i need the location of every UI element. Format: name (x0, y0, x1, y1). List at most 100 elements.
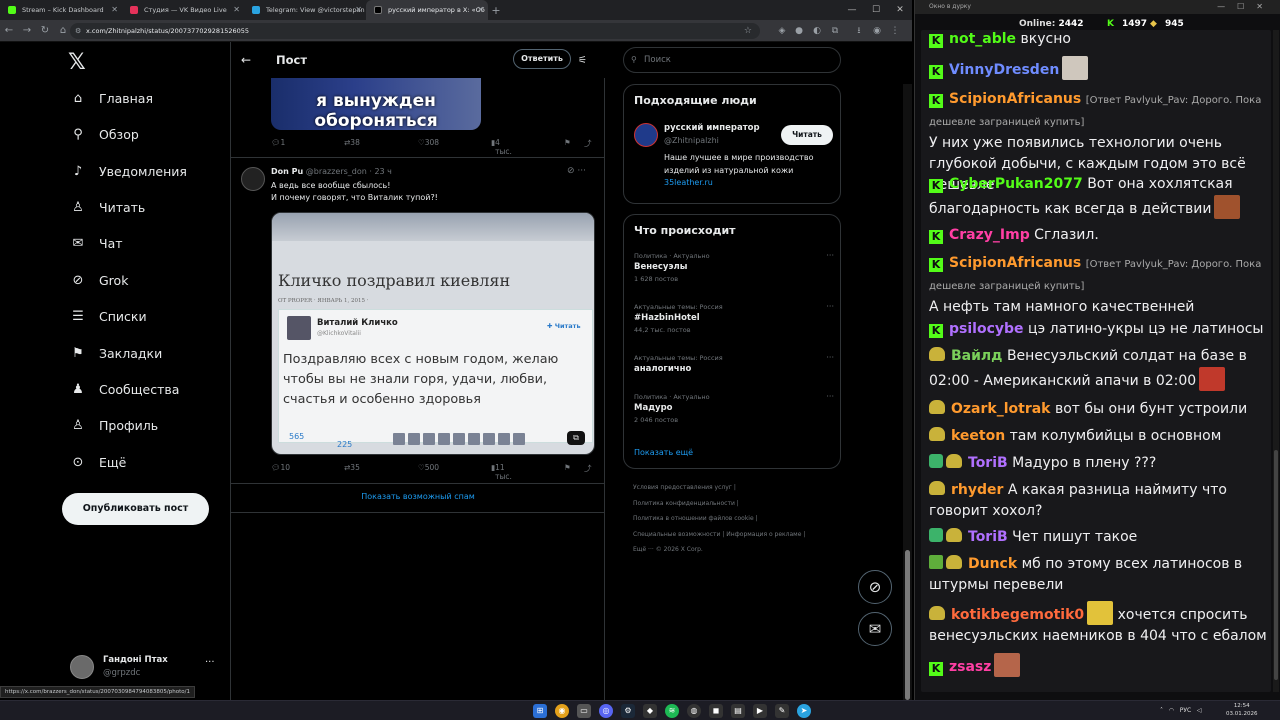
more-dots-icon[interactable]: ··· (577, 166, 586, 176)
chat-nick[interactable]: zsasz (949, 659, 991, 675)
chat-nick[interactable]: kotikbegemotik0 (951, 607, 1084, 623)
minimize-icon[interactable]: — (840, 0, 864, 20)
search-input[interactable]: ⚲ Поиск (623, 47, 841, 73)
show-spam-link[interactable]: Показать возможный спам (231, 492, 605, 501)
chat-nick[interactable]: ToriB (968, 529, 1008, 545)
repost-action[interactable]: ⇄ 35 (344, 463, 360, 472)
footer-link[interactable]: Политика конфиденциальности (633, 500, 735, 507)
nav-lists[interactable]: ☰ Списки (70, 301, 146, 331)
share-icon[interactable]: ⤴ (584, 463, 592, 474)
back-icon[interactable]: ← (0, 25, 18, 36)
publish-post-button[interactable]: Опубликовать пост (62, 493, 209, 525)
chat-nick[interactable]: psilocybe (949, 321, 1024, 337)
back-arrow-icon[interactable]: ← (241, 53, 251, 67)
chat-messages[interactable]: Knot_able вкусно K VinnyDresden K ScipionA… (921, 30, 1271, 692)
bookmark-action-icon[interactable]: ⚑ (564, 463, 571, 472)
explorer-icon[interactable]: ▭ (577, 704, 591, 718)
views-action[interactable]: ▮ 4 тыс. (491, 138, 512, 156)
chat-nick[interactable]: Ozark_lotrak (951, 401, 1050, 417)
clock[interactable]: 12:54 03.01.2026 (1226, 702, 1258, 718)
download-icon[interactable]: ⭳ (852, 24, 866, 38)
trend-item[interactable]: Политика · Актуально Венесуэлы 1 628 пос… (634, 251, 834, 284)
close-tab-icon[interactable]: ✕ (477, 0, 484, 20)
media-icon[interactable]: ▶ (753, 704, 767, 718)
bio-link[interactable]: 35leather.ru (664, 177, 826, 190)
page-scrollbar[interactable] (903, 84, 912, 700)
views-action[interactable]: ▮ 11 тыс. (491, 463, 512, 481)
new-tab-icon[interactable]: + (488, 4, 504, 17)
close-window-icon[interactable]: ✕ (888, 0, 912, 20)
tab-telegram[interactable]: Telegram: View @victorstepan ✕ (244, 0, 366, 20)
reply-action[interactable]: 💬︎ 1 (271, 138, 285, 147)
tweet-author[interactable]: Don Pu @brazzers_don · 23 ч (271, 167, 392, 176)
chat-nick[interactable]: Вайлд (951, 348, 1003, 364)
nav-bookmarks[interactable]: ⚑ Закладки (70, 338, 162, 368)
grok-fab-icon[interactable]: ⊘ (858, 570, 892, 604)
chat-nick[interactable]: Crazy_Imp (949, 227, 1030, 243)
nav-profile[interactable]: ♙ Профиль (70, 410, 158, 440)
forward-icon[interactable]: → (18, 25, 36, 36)
like-action[interactable]: ♡ 500 (418, 463, 439, 472)
tray-chevron-icon[interactable]: ˄ (1160, 707, 1163, 714)
lang-indicator[interactable]: РУС (1180, 707, 1191, 714)
window-controls[interactable]: —☐✕ (1217, 0, 1275, 14)
x-logo-icon[interactable]: 𝕏 (68, 50, 86, 75)
tab-kick[interactable]: Stream – Kick Dashboard ✕ (0, 0, 122, 20)
reload-icon[interactable]: ↻ (36, 25, 54, 36)
nav-more[interactable]: ⊙ Ещё (70, 447, 127, 477)
nav-follow[interactable]: ♙ Читать (70, 192, 145, 222)
close-tab-icon[interactable]: ✕ (111, 0, 118, 20)
trend-item[interactable]: Политика · Актуально Мадуро 2 046 постов… (634, 392, 834, 425)
show-more-link[interactable]: Показать ещё (634, 448, 693, 457)
nav-chat[interactable]: ✉ Чат (70, 228, 123, 258)
close-tab-icon[interactable]: ✕ (233, 0, 240, 20)
tweet-image[interactable]: Кличко поздравил киевлян ОТ PROPER · ЯНВ… (271, 212, 595, 455)
footer-link[interactable]: Информация о рекламе (726, 531, 801, 538)
reply-button[interactable]: Ответить (513, 49, 571, 69)
suggested-name[interactable]: русский император (664, 123, 760, 133)
chrome-icon[interactable]: ◉ (555, 704, 569, 718)
chat-nick[interactable]: ToriB (968, 455, 1008, 471)
app-icon[interactable]: ▤ (731, 704, 745, 718)
app-icon[interactable]: ◼ (709, 704, 723, 718)
tab-vk[interactable]: Студия — VK Видео Live ✕ (122, 0, 244, 20)
nav-explore[interactable]: ⚲ Обзор (70, 119, 139, 149)
more-dots-icon[interactable]: ··· (826, 302, 834, 311)
tweet-menu[interactable]: ⊘ ··· (567, 166, 586, 176)
chat-scrollbar[interactable] (1273, 30, 1279, 692)
scrollbar-thumb[interactable] (905, 550, 910, 700)
steam-icon[interactable]: ⚙ (621, 704, 635, 718)
wifi-icon[interactable]: ◠ (1169, 707, 1174, 714)
chat-nick[interactable]: VinnyDresden (949, 62, 1059, 78)
chat-nick[interactable]: ScipionAfricanus (949, 255, 1081, 271)
chat-nick[interactable]: rhyder (951, 482, 1003, 498)
profile-avatar-icon[interactable]: ◉ (870, 24, 884, 38)
chat-nick[interactable]: CyberPukan2077 (949, 176, 1083, 192)
obs-icon[interactable]: ◍ (687, 704, 701, 718)
scrollbar-thumb[interactable] (1274, 450, 1278, 680)
bookmark-action-icon[interactable]: ⚑ (564, 138, 571, 147)
nav-notifications[interactable]: ♪ Уведомления (70, 156, 187, 186)
close-tab-icon[interactable]: ✕ (355, 0, 362, 20)
settings-sliders-icon[interactable]: ⚟ (578, 55, 587, 66)
app-icon[interactable]: ◆ (643, 704, 657, 718)
like-action[interactable]: ♡ 308 (418, 138, 439, 147)
tab-x[interactable]: русский император в X: «Об ✕ (366, 0, 488, 20)
repost-action[interactable]: ⇄ 38 (344, 138, 360, 147)
chat-nick[interactable]: Dunck (968, 556, 1017, 572)
site-info-icon[interactable]: ⚙ (75, 23, 81, 39)
footer-link[interactable]: Условия предоставления услуг (633, 484, 732, 491)
footer-link[interactable]: Ещё ··· (633, 546, 654, 553)
extension-icon[interactable]: ◐ (810, 24, 824, 38)
extensions-puzzle-icon[interactable]: ⧉ (828, 24, 842, 38)
maximize-icon[interactable]: ☐ (864, 0, 888, 20)
extension-icon[interactable]: ● (792, 24, 806, 38)
chat-nick[interactable]: keeton (951, 428, 1005, 444)
more-dots-icon[interactable]: ··· (826, 353, 834, 362)
start-icon[interactable]: ⊞ (533, 704, 547, 718)
image-edit-icon[interactable]: ⧉ (567, 431, 585, 445)
more-dots-icon[interactable]: ··· (205, 657, 215, 668)
telegram-icon[interactable]: ➤ (797, 704, 811, 718)
browser-menu-icon[interactable]: ⋮ (888, 24, 902, 38)
nav-communities[interactable]: ♟ Сообщества (70, 374, 179, 404)
